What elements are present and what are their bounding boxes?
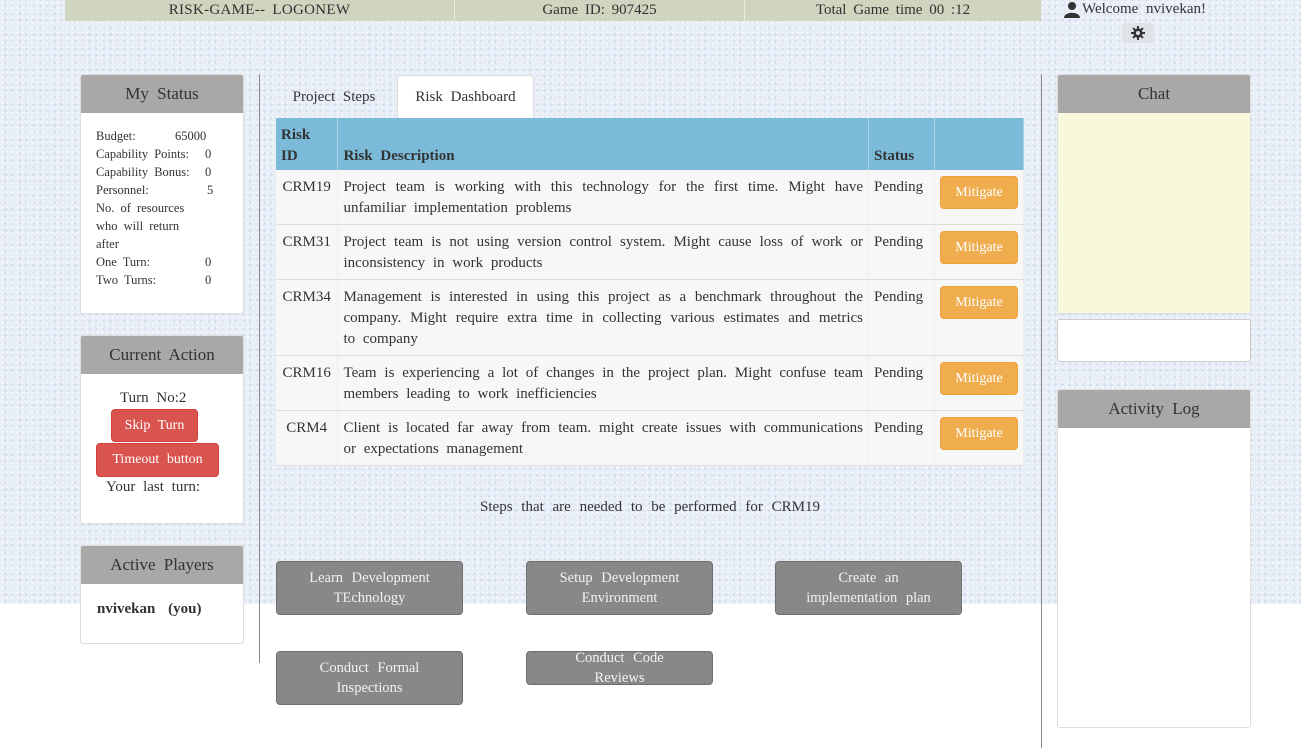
chat-input[interactable]: [1057, 319, 1251, 362]
capability-bonus-label: Capability Bonus:: [96, 165, 190, 179]
activity-log-title: Activity Log: [1058, 390, 1250, 428]
game-id: Game ID: 907425: [455, 0, 745, 21]
skip-turn-button[interactable]: Skip Turn: [111, 409, 198, 442]
budget-label: Budget:: [96, 129, 136, 143]
risk-id: CRM16: [276, 355, 339, 411]
risk-description: Project team is not using version contro…: [337, 224, 870, 280]
settings-button[interactable]: [1122, 23, 1154, 43]
my-status-panel: My Status Budget: 65000 Capability Point…: [80, 74, 244, 314]
activity-log-list: [1058, 428, 1250, 727]
tab-risk-dashboard[interactable]: Risk Dashboard: [397, 75, 534, 118]
risk-description: Team is experiencing a lot of changes in…: [337, 355, 870, 411]
chat-title: Chat: [1058, 75, 1250, 113]
mitigate-button[interactable]: Mitigate: [939, 286, 1018, 319]
timeout-button[interactable]: Timeout button: [96, 443, 219, 477]
step-button-formal-inspections[interactable]: Conduct Formal Inspections: [276, 651, 463, 705]
one-turn-label: One Turn:: [96, 255, 151, 269]
active-players-title: Active Players: [81, 546, 243, 584]
step-button-code-reviews[interactable]: Conduct Code Reviews: [526, 650, 713, 686]
table-row: CRM16 Team is experiencing a lot of chan…: [276, 355, 1025, 411]
current-action-title: Current Action: [81, 336, 243, 374]
last-turn-label: Your last turn:: [106, 479, 200, 495]
capability-points-value: 0: [205, 147, 212, 161]
risk-status: Pending: [868, 279, 935, 356]
capability-bonus-value: 0: [205, 165, 212, 179]
two-turns-value: 0: [205, 273, 212, 287]
personnel-value: 5: [207, 183, 214, 197]
left-divider: [259, 74, 260, 663]
gear-icon: [1131, 26, 1145, 40]
one-turn-value: 0: [205, 255, 212, 269]
table-row: CRM19 Project team is working with this …: [276, 170, 1025, 225]
risk-description: Client is located far away from team. mi…: [337, 410, 870, 466]
risk-id: CRM4: [276, 410, 339, 466]
risk-table-container: Risk ID Risk Description Status CRM19 Pr…: [276, 118, 1025, 466]
risk-id: CRM19: [276, 170, 339, 225]
personnel-label: Personnel:: [96, 183, 149, 197]
two-turns-label: Two Turns:: [96, 273, 157, 287]
right-divider: [1041, 74, 1042, 748]
mitigate-button[interactable]: Mitigate: [939, 231, 1018, 264]
risk-description: Project team is working with this techno…: [337, 170, 870, 225]
risk-status: Pending: [868, 170, 935, 225]
activity-log-panel: Activity Log: [1057, 389, 1251, 728]
capability-points-label: Capability Points:: [96, 147, 189, 161]
risk-status: Pending: [868, 224, 935, 280]
chat-messages: [1058, 113, 1250, 313]
risk-table-header: Risk ID Risk Description Status: [276, 118, 1025, 170]
welcome-user[interactable]: Welcome nvivekan!: [1064, 1, 1206, 18]
total-game-time: Total Game time 00 :12: [815, 2, 971, 18]
logo-text: RISK-GAME-- LOGONEW: [65, 0, 455, 21]
table-row: CRM4 Client is located far away from tea…: [276, 410, 1025, 466]
player-list-item: nvivekan (you): [81, 584, 243, 618]
risk-status: Pending: [868, 410, 935, 466]
table-row: CRM31 Project team is not using version …: [276, 224, 1025, 280]
mitigate-button[interactable]: Mitigate: [939, 417, 1018, 450]
step-button-implementation-plan[interactable]: Create an implementation plan: [775, 561, 962, 615]
risk-description: Management is interested in using this p…: [337, 279, 870, 356]
budget-value: 65000: [175, 129, 207, 143]
chat-panel: Chat: [1057, 74, 1251, 314]
risk-status: Pending: [868, 355, 935, 411]
tab-project-steps[interactable]: Project Steps: [277, 76, 391, 118]
risk-id: CRM34: [276, 279, 339, 356]
header-risk-id: Risk ID: [276, 118, 339, 170]
header-action: [934, 118, 1025, 170]
steps-title: Steps that are needed to be performed fo…: [480, 499, 820, 515]
risk-id: CRM31: [276, 224, 339, 280]
mitigate-button[interactable]: Mitigate: [939, 362, 1018, 395]
my-status-title: My Status: [81, 75, 243, 113]
header-status: Status: [868, 118, 935, 170]
step-button-setup-environment[interactable]: Setup Development Environment: [526, 561, 713, 615]
welcome-text: Welcome nvivekan!: [1082, 1, 1206, 17]
mitigate-button[interactable]: Mitigate: [939, 176, 1018, 209]
resources-return-label: No. of resources who will return after: [96, 201, 185, 251]
player-name: nvivekan (you): [97, 601, 202, 617]
user-icon: [1064, 2, 1080, 18]
top-header-bar: RISK-GAME-- LOGONEW Game ID: 907425 Tota…: [65, 0, 1041, 21]
step-button-learn-technology[interactable]: Learn Development TEchnology: [276, 561, 463, 615]
risk-table: Risk ID Risk Description Status CRM19 Pr…: [276, 118, 1025, 466]
table-row: CRM34 Management is interested in using …: [276, 279, 1025, 356]
turn-number: Turn No:2: [120, 390, 187, 406]
active-players-panel: Active Players nvivekan (you): [80, 545, 244, 644]
header-risk-description: Risk Description: [337, 118, 870, 170]
